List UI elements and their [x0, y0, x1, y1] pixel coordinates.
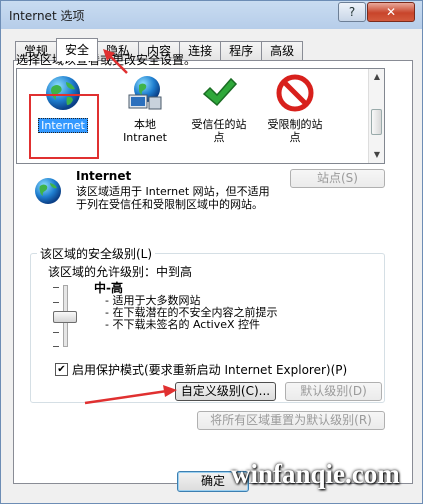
scroll-down-arrow[interactable]: ▼: [370, 147, 384, 163]
tab-security[interactable]: 安全: [56, 38, 99, 61]
allowed-levels-text: 该区域的允许级别：中到高: [48, 265, 193, 279]
local-intranet-icon: [128, 76, 162, 110]
scroll-up-arrow[interactable]: ▲: [370, 69, 384, 85]
zone-trusted-sites[interactable]: 受信任的站 点: [181, 73, 257, 144]
protected-mode-label: 启用保护模式(要求重新启动 Internet Explorer)(P): [72, 363, 348, 377]
zone-list-scrollbar[interactable]: ▲ ▼: [368, 69, 384, 163]
zone-restricted-sites[interactable]: 受限制的站 点: [257, 73, 333, 144]
zone-label: 受信任的站 点: [191, 118, 247, 144]
zone-local-intranet[interactable]: 本地 Intranet: [107, 73, 183, 144]
slider-tick: [53, 302, 59, 303]
tab-advanced[interactable]: 高级: [261, 41, 304, 61]
zone-detail-title: Internet: [76, 169, 132, 183]
slider-tick: [53, 287, 59, 288]
tab-programs[interactable]: 程序: [220, 41, 263, 61]
title-bar[interactable]: Internet 选项 ? ✕: [1, 1, 422, 29]
sites-button[interactable]: 站点(S): [290, 169, 385, 188]
scroll-thumb[interactable]: [371, 109, 382, 135]
zone-label: 受限制的站 点: [267, 118, 323, 144]
slider-tick: [53, 346, 59, 347]
reset-all-zones-button[interactable]: 将所有区域重置为默认级别(R): [197, 411, 385, 430]
slider-tick: [53, 332, 59, 333]
security-level-group-title: 该区域的安全级别(L): [37, 245, 156, 262]
security-slider-thumb[interactable]: [53, 311, 77, 323]
close-button[interactable]: ✕: [367, 2, 415, 22]
check-icon: [202, 77, 238, 107]
zone-label: 本地 Intranet: [123, 118, 167, 144]
default-level-button[interactable]: 默认级别(D): [285, 382, 382, 401]
watermark: winfanqie.com: [231, 459, 400, 489]
zone-detail-description: 该区域适用于 Internet 网站，但不适用于列在受信任和受限制区域中的网站。: [76, 185, 270, 211]
level-bullet: - 不下载未签名的 ActiveX 控件: [105, 318, 261, 331]
window-title: Internet 选项: [9, 9, 85, 23]
annotation-arrow-icon: [84, 385, 177, 405]
globe-icon: [35, 178, 61, 204]
security-level-description: - 适用于大多数网站 - 在下载潜在的不安全内容之前提示 - 不下载未签名的 A…: [105, 295, 277, 331]
custom-level-button[interactable]: 自定义级别(C)...: [175, 382, 276, 401]
protected-mode-checkbox[interactable]: ✔: [55, 363, 68, 376]
annotation-arrow-icon: [103, 49, 128, 74]
help-button[interactable]: ?: [338, 2, 366, 22]
highlight-internet-zone: [29, 94, 99, 159]
internet-options-window: Internet 选项 ? ✕ 常规 安全 隐私 内容 连接 程序 高级 选择区…: [0, 0, 423, 504]
restricted-icon: [276, 74, 314, 112]
protected-mode-row[interactable]: ✔ 启用保护模式(要求重新启动 Internet Explorer)(P): [55, 361, 347, 378]
